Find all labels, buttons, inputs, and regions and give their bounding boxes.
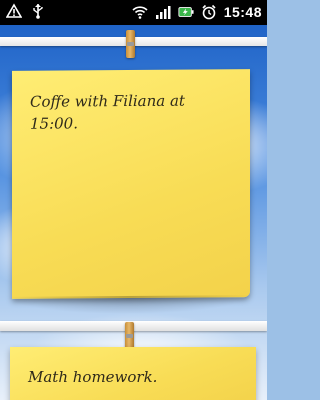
status-clock: 15:48 — [223, 4, 262, 20]
note-text: Coffe with Filiana at 15:00. — [30, 91, 185, 133]
clothespin-top — [126, 30, 135, 58]
wifi-icon — [132, 4, 148, 20]
signal-icon — [155, 4, 171, 20]
alarm-icon — [201, 4, 217, 20]
sticky-note[interactable]: Math homework. — [10, 347, 256, 400]
warning-icon — [6, 3, 22, 19]
sky-wallpaper: Coffe with Filiana at 15:00. Math homewo… — [0, 25, 267, 400]
status-bar: 15:48 — [0, 0, 267, 25]
note-text: Math homework. — [28, 368, 158, 386]
battery-charging-icon — [178, 4, 194, 20]
usb-icon — [30, 3, 46, 19]
clothespin-bottom — [125, 322, 134, 350]
sticky-note[interactable]: Coffe with Filiana at 15:00. — [12, 69, 250, 299]
